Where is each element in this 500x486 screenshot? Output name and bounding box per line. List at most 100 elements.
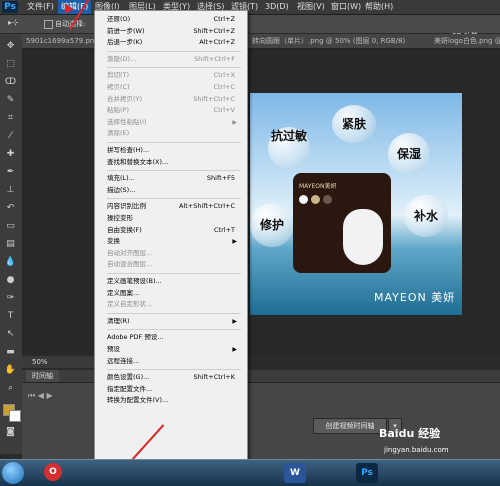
healing-tool-icon[interactable]: ✚ [4, 148, 17, 161]
eyedropper-tool-icon[interactable]: ⁄ [4, 130, 17, 143]
history-brush-tool-icon[interactable]: ↶ [4, 202, 17, 215]
path-select-tool-icon[interactable]: ↖ [4, 328, 17, 341]
menu-item-shortcut: Shift+F5 [206, 174, 235, 183]
marquee-tool-icon[interactable]: ⬚ [4, 58, 17, 71]
background-color-swatch[interactable] [9, 410, 21, 422]
menu-separator [107, 198, 241, 200]
edit-menu-item[interactable]: 转换为配置文件(V)... [101, 395, 241, 406]
eraser-tool-icon[interactable]: ▭ [4, 220, 17, 233]
edit-menu-item[interactable]: 自由变换(F) Ctrl+T [101, 225, 241, 236]
menu-item-label: 自动对齐图层... [107, 248, 153, 257]
opera-icon[interactable]: O [44, 463, 62, 481]
menu-item-label: 渐隐(D)... [107, 54, 137, 63]
package-brand: MAYEON美妍 [299, 183, 337, 190]
edit-menu-item[interactable]: 操控变形 [101, 213, 241, 224]
bubble-moisturizing: 保湿 [388, 133, 430, 175]
edit-menu-item[interactable]: 变换 ▶ [101, 236, 241, 247]
mask-package: MAYEON美妍 [293, 173, 391, 273]
photoshop-taskbar-icon[interactable]: Ps [356, 463, 378, 483]
timeline-tab[interactable]: 时间轴 [26, 370, 59, 382]
quick-select-tool-icon[interactable]: ✎ [4, 94, 17, 107]
menu-item-label: 清除(E) [107, 129, 130, 138]
submenu-arrow-icon: ▶ [232, 317, 237, 325]
lasso-tool-icon[interactable]: ↀ [4, 76, 17, 89]
edit-menu-item[interactable]: 内容识别比例 Alt+Shift+Ctrl+C [101, 201, 241, 212]
artwork-image[interactable]: 抗过敏 紧肤 保湿 补水 修护 MAYEON美妍 MAYEON 美妍 [250, 93, 462, 315]
edit-menu-item[interactable]: 清理(R) ▶ [101, 316, 241, 327]
create-video-timeline-button[interactable]: 创建视频时间轴 [313, 418, 387, 434]
auto-select-checkbox[interactable] [44, 20, 53, 29]
menu-item-label: 描边(S)... [107, 185, 136, 194]
brush-tool-icon[interactable]: ✒ [4, 166, 17, 179]
hand-tool-icon[interactable]: ✋ [4, 364, 17, 377]
menu-8[interactable]: 3D(D) [262, 0, 292, 14]
menu-item-shortcut: Alt+Shift+Ctrl+C [178, 202, 235, 211]
edit-menu-item[interactable]: 后退一步(K) Alt+Ctrl+Z [101, 37, 241, 48]
edit-menu-item: 合并拷贝(Y) Shift+Ctrl+C [101, 94, 241, 105]
artwork-brand: MAYEON 美妍 [374, 291, 456, 304]
menu-item-shortcut: Shift+Ctrl+F [194, 54, 235, 63]
document-tab[interactable]: 美妍logo白色.png @ [430, 34, 500, 48]
menu-item-shortcut: Ctrl+X [213, 71, 235, 80]
baidu-watermark: Baidu 经验 [379, 427, 441, 440]
menu-9[interactable]: 视图(V) [294, 0, 328, 14]
baidu-watermark-url: jingyan.baidu.com [384, 446, 449, 454]
blur-tool-icon[interactable]: 💧 [4, 256, 17, 269]
edit-menu-item[interactable]: 定义画笔预设(B)... [101, 276, 241, 287]
menu-item-label: 变换 [107, 237, 120, 246]
quick-mask-icon[interactable]: ◙ [4, 426, 17, 439]
menu-separator [107, 170, 241, 172]
edit-menu-item[interactable]: 填充(L)... Shift+F5 [101, 173, 241, 184]
menu-item-label: 预设 [107, 345, 120, 353]
edit-menu-item[interactable]: 还原(O) Ctrl+Z [101, 14, 241, 25]
edit-menu-item[interactable]: 拼写检查(H)... [101, 145, 241, 156]
menu-item-shortcut: Ctrl+T [214, 225, 235, 234]
menu-separator [107, 369, 241, 371]
shape-tool-icon[interactable]: ▬ [4, 346, 17, 359]
zoom-status[interactable]: 50% [22, 356, 105, 368]
face-mask-image [343, 209, 383, 265]
timeline-controls-icon[interactable]: ⏮ ◀ ▶ [28, 391, 53, 401]
edit-menu-item[interactable]: 指定配置文件... [101, 384, 241, 395]
windows-taskbar: O W Ps [0, 459, 500, 486]
gradient-tool-icon[interactable]: ▤ [4, 238, 17, 251]
edit-menu-item[interactable]: 描边(S)... [101, 185, 241, 196]
edit-menu-item[interactable]: 前进一步(W) Shift+Ctrl+Z [101, 26, 241, 37]
dodge-tool-icon[interactable]: ● [4, 274, 17, 287]
menu-item-label: 填充(L)... [107, 174, 135, 183]
edit-menu-item[interactable]: 远程连接... [101, 356, 241, 367]
edit-menu-item: 选择性粘贴(I) ▶ [101, 117, 241, 128]
menu-item-label: 清理(R) [107, 316, 130, 325]
menu-1[interactable]: 文件(F) [24, 0, 57, 14]
menu-separator [107, 273, 241, 274]
menu-item-label: 自动混合图层... [107, 260, 153, 269]
document-tab[interactable]: 5901c1699a579.png [22, 34, 103, 48]
crop-tool-icon[interactable]: ⌗ [4, 112, 17, 125]
menu-item-label: 剪切(T) [107, 71, 130, 80]
windows-start-icon[interactable] [2, 462, 24, 484]
menu-item-shortcut: Shift+Ctrl+K [193, 373, 236, 382]
edit-menu-item[interactable]: 颜色设置(G)... Shift+Ctrl+K [101, 372, 241, 383]
submenu-arrow-icon: ▶ [232, 238, 237, 246]
menu-item-label: 自由变换(F) [107, 225, 142, 234]
stamp-tool-icon[interactable]: ⊥ [4, 184, 17, 197]
edit-menu-item[interactable]: 预设 ▶ [101, 344, 241, 355]
menu-separator [107, 50, 241, 52]
pen-tool-icon[interactable]: ✑ [4, 292, 17, 305]
menu-11[interactable]: 帮助(H) [362, 0, 396, 14]
edit-menu-item[interactable]: Adobe PDF 预设... [101, 332, 241, 343]
menu-item-label: 查找和替换文本(X)... [107, 157, 169, 166]
word-icon[interactable]: W [284, 463, 306, 483]
menu-10[interactable]: 窗口(W) [328, 0, 364, 14]
edit-menu-item[interactable]: 查找和替换文本(X)... [101, 157, 241, 168]
edit-menu-item: 清除(E) [101, 128, 241, 139]
menu-item-label: 定义图案... [107, 288, 140, 297]
menu-item-shortcut: Shift+Ctrl+Z [193, 26, 235, 35]
document-tab[interactable]: 转向圆跟（单片）.png @ 50% (图层 0, RGB/8) [248, 34, 437, 48]
edit-menu-item[interactable]: 定义图案... [101, 288, 241, 299]
type-tool-icon[interactable]: T [4, 310, 17, 323]
move-tool-icon[interactable]: ✥ [4, 40, 17, 53]
move-tool-icon[interactable]: ▸⊹ [8, 18, 19, 27]
zoom-tool-icon[interactable]: ⌕ [4, 382, 17, 395]
edit-menu-item: 自动混合图层... [101, 259, 241, 270]
